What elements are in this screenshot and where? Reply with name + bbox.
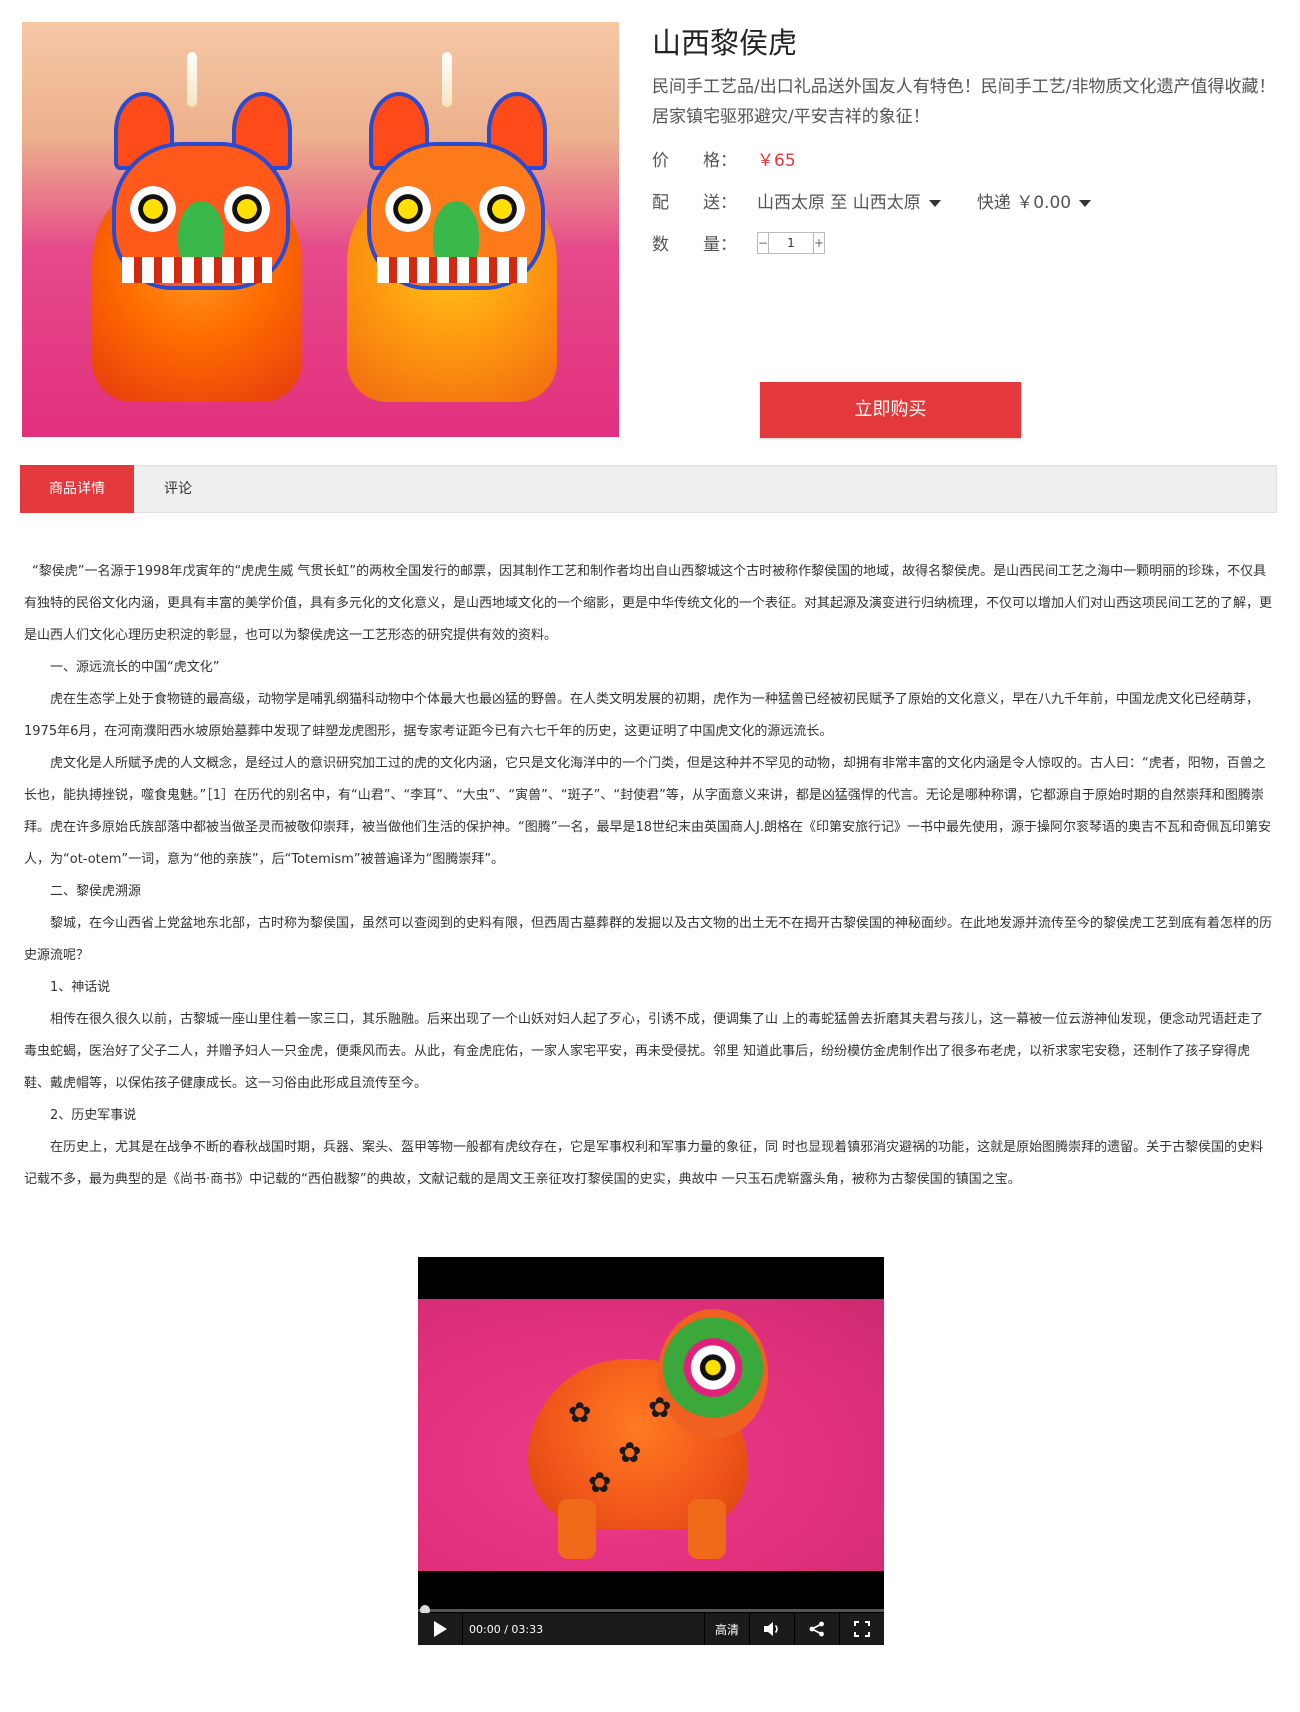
volume-button[interactable] bbox=[750, 1613, 795, 1645]
section-heading: 2、历史军事说 bbox=[50, 1108, 137, 1123]
volume-icon bbox=[764, 1622, 778, 1636]
product-description: “黎侯虎”一名源于1998年戊寅年的“虎虎生威 气贯长虹”的两枚全国发行的邮票，… bbox=[24, 556, 1276, 1196]
product-title: 山西黎侯虎 bbox=[652, 26, 798, 60]
product-subtitle: 民间手工艺品/出口礼品送外国友人有特色！民间手工艺/非物质文化遗产值得收藏！居家… bbox=[652, 77, 1276, 127]
quantity-increase-button[interactable]: + bbox=[813, 231, 825, 254]
tab-reviews[interactable]: 评论 bbox=[134, 465, 222, 513]
share-button[interactable] bbox=[795, 1613, 840, 1645]
article-paragraph: 在历史上，尤其是在战争不断的春秋战国时期，兵器、案头、盔甲等物一般都有虎纹存在，… bbox=[24, 1140, 1264, 1187]
video-player[interactable]: ✿ ✿ ✿ ✿ 00:00 / 03:33 高清 bbox=[418, 1257, 884, 1645]
chevron-down-icon bbox=[1079, 199, 1092, 207]
fullscreen-icon bbox=[854, 1621, 870, 1637]
play-button[interactable] bbox=[418, 1613, 463, 1645]
shipping-fee: ￥0.00 bbox=[1016, 193, 1072, 213]
article-paragraph: 黎城，在今山西省上党盆地东北部，古时称为黎侯国，虽然可以查阅到的史料有限，但西周… bbox=[24, 916, 1273, 963]
shipping-route-dropdown[interactable]: 山西太原 至 山西太原 bbox=[757, 188, 941, 213]
article-paragraph: “黎侯虎”一名源于1998年戊寅年的“虎虎生威 气贯长虹”的两枚全国发行的邮票，… bbox=[24, 564, 1273, 643]
video-progress-bar[interactable] bbox=[418, 1605, 884, 1615]
article-paragraph: 相传在很久很久以前，古黎城一座山里住着一家三口，其乐融融。后来出现了一个山妖对妇… bbox=[24, 1012, 1264, 1091]
quantity-decrease-button[interactable]: − bbox=[757, 231, 769, 254]
tab-product-details[interactable]: 商品详情 bbox=[20, 465, 134, 513]
quantity-row: 数 量： − 1 + bbox=[652, 230, 825, 255]
price-row: 价 格： ￥65 bbox=[652, 146, 796, 171]
quality-button[interactable]: 高清 bbox=[705, 1613, 750, 1645]
quantity-stepper: − 1 + bbox=[757, 231, 825, 254]
shipping-method-dropdown[interactable]: 快递 ￥0.00 bbox=[976, 188, 1092, 213]
shipping-row: 配 送： 山西太原 至 山西太原 快递 ￥0.00 bbox=[652, 188, 1092, 213]
section-heading: 一、源远流长的中国“虎文化” bbox=[50, 660, 220, 675]
section-heading: 二、黎侯虎溯源 bbox=[50, 884, 142, 899]
play-icon bbox=[433, 1621, 447, 1637]
quantity-label: 数 量： bbox=[652, 235, 737, 255]
article-paragraph: 虎在生态学上处于食物链的最高级，动物学是哺乳纲猫科动物中个体最大也最凶猛的野兽。… bbox=[24, 692, 1260, 739]
product-image bbox=[22, 22, 619, 437]
detail-tabs: 商品详情 评论 bbox=[20, 465, 1277, 513]
buy-now-button[interactable]: 立即购买 bbox=[760, 382, 1021, 438]
fullscreen-button[interactable] bbox=[840, 1613, 884, 1645]
chevron-down-icon bbox=[928, 199, 941, 207]
shipping-label: 配 送： bbox=[652, 193, 737, 213]
share-icon bbox=[809, 1621, 824, 1637]
video-time: 00:00 / 03:33 bbox=[463, 1613, 705, 1645]
section-heading: 1、神话说 bbox=[50, 980, 111, 995]
shipping-method: 快递 bbox=[976, 193, 1011, 213]
quantity-input[interactable]: 1 bbox=[769, 231, 813, 254]
price-value: ￥65 bbox=[757, 151, 796, 171]
video-controls: 00:00 / 03:33 高清 bbox=[418, 1613, 884, 1645]
video-frame[interactable]: ✿ ✿ ✿ ✿ bbox=[418, 1299, 884, 1571]
article-paragraph: 虎文化是人所赋予虎的人文概念，是经过人的意识研究加工过的虎的文化内涵，它只是文化… bbox=[24, 756, 1271, 867]
price-label: 价 格： bbox=[652, 151, 737, 171]
shipping-route: 山西太原 至 山西太原 bbox=[757, 193, 921, 213]
